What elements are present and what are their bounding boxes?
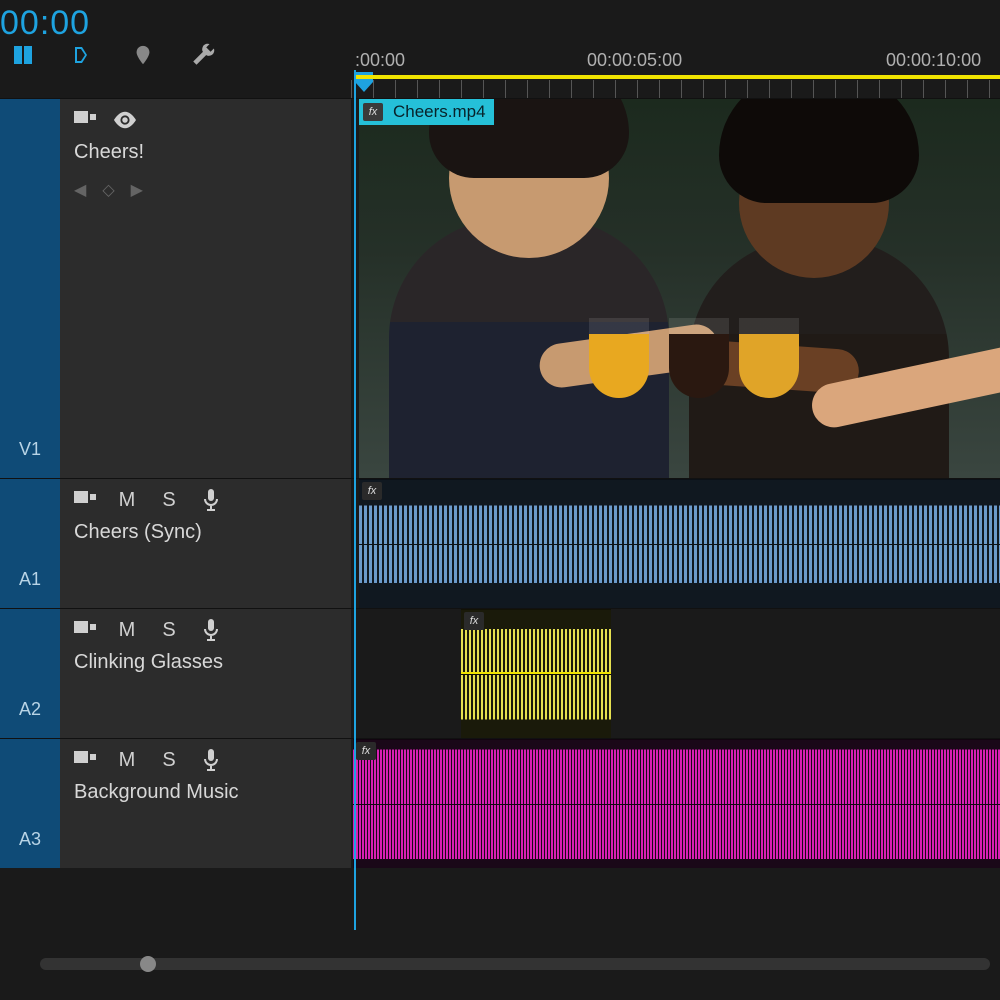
track-body-a3[interactable]: fx	[351, 738, 1000, 868]
snap-toggle-icon[interactable]	[10, 42, 36, 68]
mute-button[interactable]: M	[116, 619, 138, 641]
audio-clip-a2[interactable]: fx	[461, 609, 611, 738]
playhead-timecode[interactable]: 00:00	[0, 4, 90, 43]
work-area-bar[interactable]	[354, 75, 1000, 79]
fx-badge-icon[interactable]: fx	[363, 103, 383, 121]
track-body-a2[interactable]: fx	[351, 608, 1000, 738]
track-header-a2[interactable]: A2 M S Clinking Glasses	[0, 608, 351, 738]
track-name-v1: Cheers!	[74, 141, 337, 164]
marker-icon[interactable]	[130, 42, 156, 68]
clip-title: Cheers.mp4	[393, 102, 486, 122]
track-label-a1[interactable]: A1	[0, 479, 60, 608]
source-patching-icon[interactable]	[74, 109, 96, 131]
ruler-tick-label: :00:00	[355, 50, 405, 71]
track-label-v1[interactable]: V1	[0, 99, 60, 478]
clip-titlebar[interactable]: fx Cheers.mp4	[359, 99, 494, 125]
add-keyframe-icon[interactable]: ◇	[102, 180, 114, 200]
track-name-a1: Cheers (Sync)	[74, 521, 337, 544]
ruler-tick-label: 00:00:10:00	[886, 50, 981, 71]
eye-icon[interactable]	[114, 109, 136, 131]
scroll-thumb[interactable]	[140, 956, 156, 972]
ruler-tick-label: 00:00:05:00	[587, 50, 682, 71]
fx-badge-icon[interactable]: fx	[356, 742, 376, 760]
mic-icon[interactable]	[200, 749, 222, 771]
waveform	[359, 544, 1000, 609]
source-patching-icon[interactable]	[74, 489, 96, 511]
track-body-a1[interactable]: fx	[351, 478, 1000, 608]
audio-clip-a3[interactable]: fx	[353, 739, 1000, 868]
solo-button[interactable]: S	[158, 619, 180, 641]
mic-icon[interactable]	[200, 619, 222, 641]
source-patching-icon[interactable]	[74, 619, 96, 641]
waveform	[353, 804, 1000, 869]
track-name-a2: Clinking Glasses	[74, 651, 337, 674]
fx-badge-icon[interactable]: fx	[362, 482, 382, 500]
audio-clip-a1[interactable]: fx	[359, 479, 1000, 608]
track-name-a3: Background Music	[74, 781, 337, 804]
track-body-v1[interactable]: fx Cheers.mp4	[351, 98, 1000, 478]
prev-keyframe-icon[interactable]: ◀	[74, 180, 86, 200]
ruler-ticks	[351, 80, 1000, 98]
mute-button[interactable]: M	[116, 489, 138, 511]
fx-badge-icon[interactable]: fx	[464, 612, 484, 630]
waveform	[359, 479, 1000, 544]
track-header-v1[interactable]: V1 Cheers! ◀ ◇ ▶	[0, 98, 351, 478]
track-label-a2[interactable]: A2	[0, 609, 60, 738]
timeline-ruler[interactable]: :00:00 00:00:05:00 00:00:10:00	[351, 50, 1000, 98]
mic-icon[interactable]	[200, 489, 222, 511]
waveform	[353, 739, 1000, 804]
wrench-icon[interactable]	[190, 42, 216, 68]
track-header-a1[interactable]: A1 M S Cheers (Sync)	[0, 478, 351, 608]
solo-button[interactable]: S	[158, 489, 180, 511]
waveform	[461, 674, 611, 739]
timeline-tracks: V1 Cheers! ◀ ◇ ▶	[0, 98, 1000, 868]
playhead-line[interactable]	[354, 70, 356, 930]
solo-button[interactable]: S	[158, 749, 180, 771]
timeline-scroll[interactable]	[40, 958, 990, 970]
mute-button[interactable]: M	[116, 749, 138, 771]
video-clip-cheers[interactable]: fx Cheers.mp4	[359, 99, 1000, 478]
next-keyframe-icon[interactable]: ▶	[131, 180, 143, 200]
track-header-a3[interactable]: A3 M S Background Music	[0, 738, 351, 868]
track-label-a3[interactable]: A3	[0, 739, 60, 868]
clip-thumbnail	[359, 99, 1000, 478]
source-patching-icon[interactable]	[74, 749, 96, 771]
linked-selection-icon[interactable]	[70, 42, 96, 68]
